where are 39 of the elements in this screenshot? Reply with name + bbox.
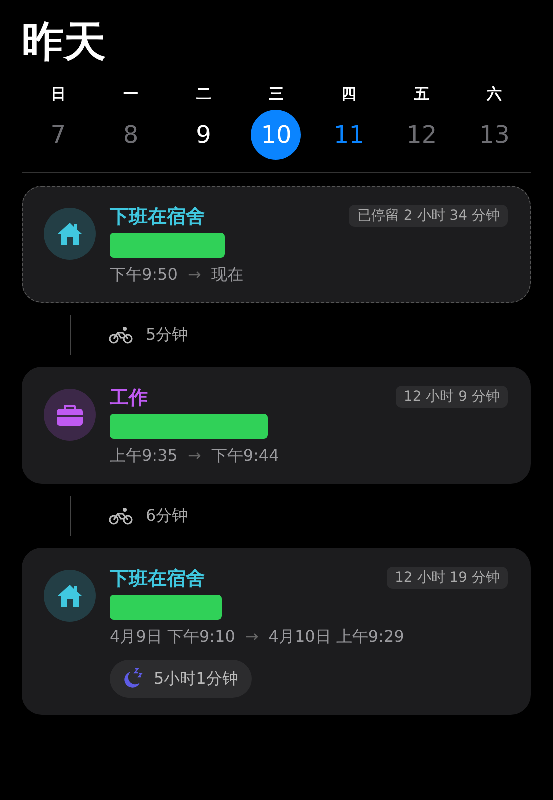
place-card[interactable]: 下班在宿舍 已停留 2 小时 34 分钟 下午9:50 → 现在 — [22, 186, 531, 303]
arrow-label: → — [188, 445, 202, 467]
day-button[interactable]: 12 — [396, 110, 447, 160]
moon-icon — [122, 668, 144, 690]
bicycle-icon — [109, 507, 133, 525]
start-time: 下午9:50 — [110, 264, 178, 286]
weekday-label: 三 — [268, 84, 284, 104]
weekday-label: 六 — [487, 84, 502, 104]
day-button[interactable]: 7 — [33, 110, 84, 160]
day-button[interactable]: 13 — [470, 110, 520, 160]
weekday-label: 四 — [342, 84, 357, 104]
travel-duration: 5分钟 — [146, 324, 188, 346]
start-time: 上午9:35 — [110, 445, 178, 467]
day-button[interactable]: 10 — [251, 110, 302, 160]
day-button[interactable]: 11 — [324, 110, 374, 160]
end-time: 下午9:44 — [211, 445, 280, 467]
place-name: 工作 — [110, 386, 148, 410]
arrow-label: → — [245, 626, 259, 648]
bicycle-icon — [109, 326, 133, 344]
place-name: 下班在宿舍 — [110, 205, 205, 229]
end-time: 4月10日 上午9:29 — [268, 626, 404, 648]
day-button[interactable]: 9 — [178, 110, 229, 160]
page-title: 昨天 — [22, 16, 107, 68]
place-name: 下班在宿舍 — [110, 567, 205, 591]
place-card[interactable]: 下班在宿舍 12 小时 19 分钟 4月9日 下午9:10 → 4月10日 上午9:29 5小时1分钟 — [22, 548, 531, 715]
place-card[interactable]: 工作 12 小时 9 分钟 上午9:35 → 下午9:44 — [22, 367, 531, 484]
weekday-label: 五 — [414, 84, 430, 104]
day-button[interactable]: 8 — [106, 110, 156, 160]
duration-label: 12 小时 19 分钟 — [387, 567, 508, 589]
start-time: 4月9日 下午9:10 — [110, 626, 236, 648]
travel-duration: 6分钟 — [146, 506, 188, 526]
sleep-duration: 5小时1分钟 — [154, 668, 238, 690]
duration-label: 12 小时 9 分钟 — [396, 386, 508, 408]
arrow-label: → — [188, 264, 202, 286]
weekday-label: 一 — [124, 84, 139, 104]
weekday-label: 日 — [50, 84, 66, 104]
duration-label: 已停留 2 小时 34 分钟 — [349, 205, 508, 227]
weekday-label: 二 — [196, 84, 212, 104]
end-time: 现在 — [211, 264, 244, 286]
